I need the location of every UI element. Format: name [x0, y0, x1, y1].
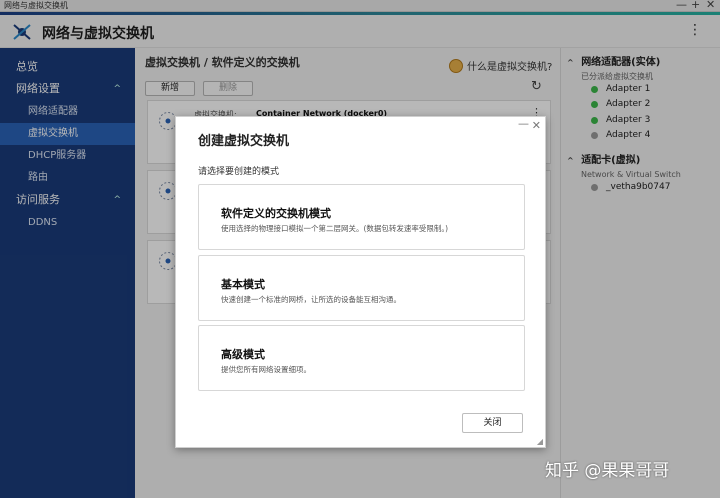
- mode-option-title: 软件定义的交换机模式: [221, 207, 331, 220]
- mode-option-desc: 快速创建一个标准的网桥，让所选的设备能互相沟通。: [221, 295, 401, 304]
- mode-option-software-defined[interactable]: 软件定义的交换机模式 使用选择的物理接口模拟一个第二层网关。(数据包转发速率受限…: [198, 184, 525, 250]
- create-switch-dialog: — ✕ 创建虚拟交换机 请选择要创建的模式 软件定义的交换机模式 使用选择的物理…: [175, 116, 546, 448]
- close-icon[interactable]: ✕: [532, 119, 541, 132]
- mode-option-title: 高级模式: [221, 348, 265, 361]
- mode-option-desc: 提供您所有网络设置细项。: [221, 365, 311, 374]
- mode-option-title: 基本模式: [221, 278, 265, 291]
- mode-option-advanced[interactable]: 高级模式 提供您所有网络设置细项。: [198, 325, 525, 391]
- close-button[interactable]: 关闭: [462, 413, 523, 433]
- mode-option-desc: 使用选择的物理接口模拟一个第二层网关。(数据包转发速率受限制。): [221, 224, 449, 233]
- dialog-title: 创建虚拟交换机: [198, 134, 290, 149]
- resize-handle-icon[interactable]: ◢: [537, 437, 543, 446]
- mode-option-basic[interactable]: 基本模式 快速创建一个标准的网桥，让所选的设备能互相沟通。: [198, 255, 525, 321]
- minimize-icon[interactable]: —: [518, 117, 529, 130]
- watermark: 知乎 @果果哥哥: [545, 461, 670, 481]
- dialog-subtitle: 请选择要创建的模式: [198, 167, 280, 177]
